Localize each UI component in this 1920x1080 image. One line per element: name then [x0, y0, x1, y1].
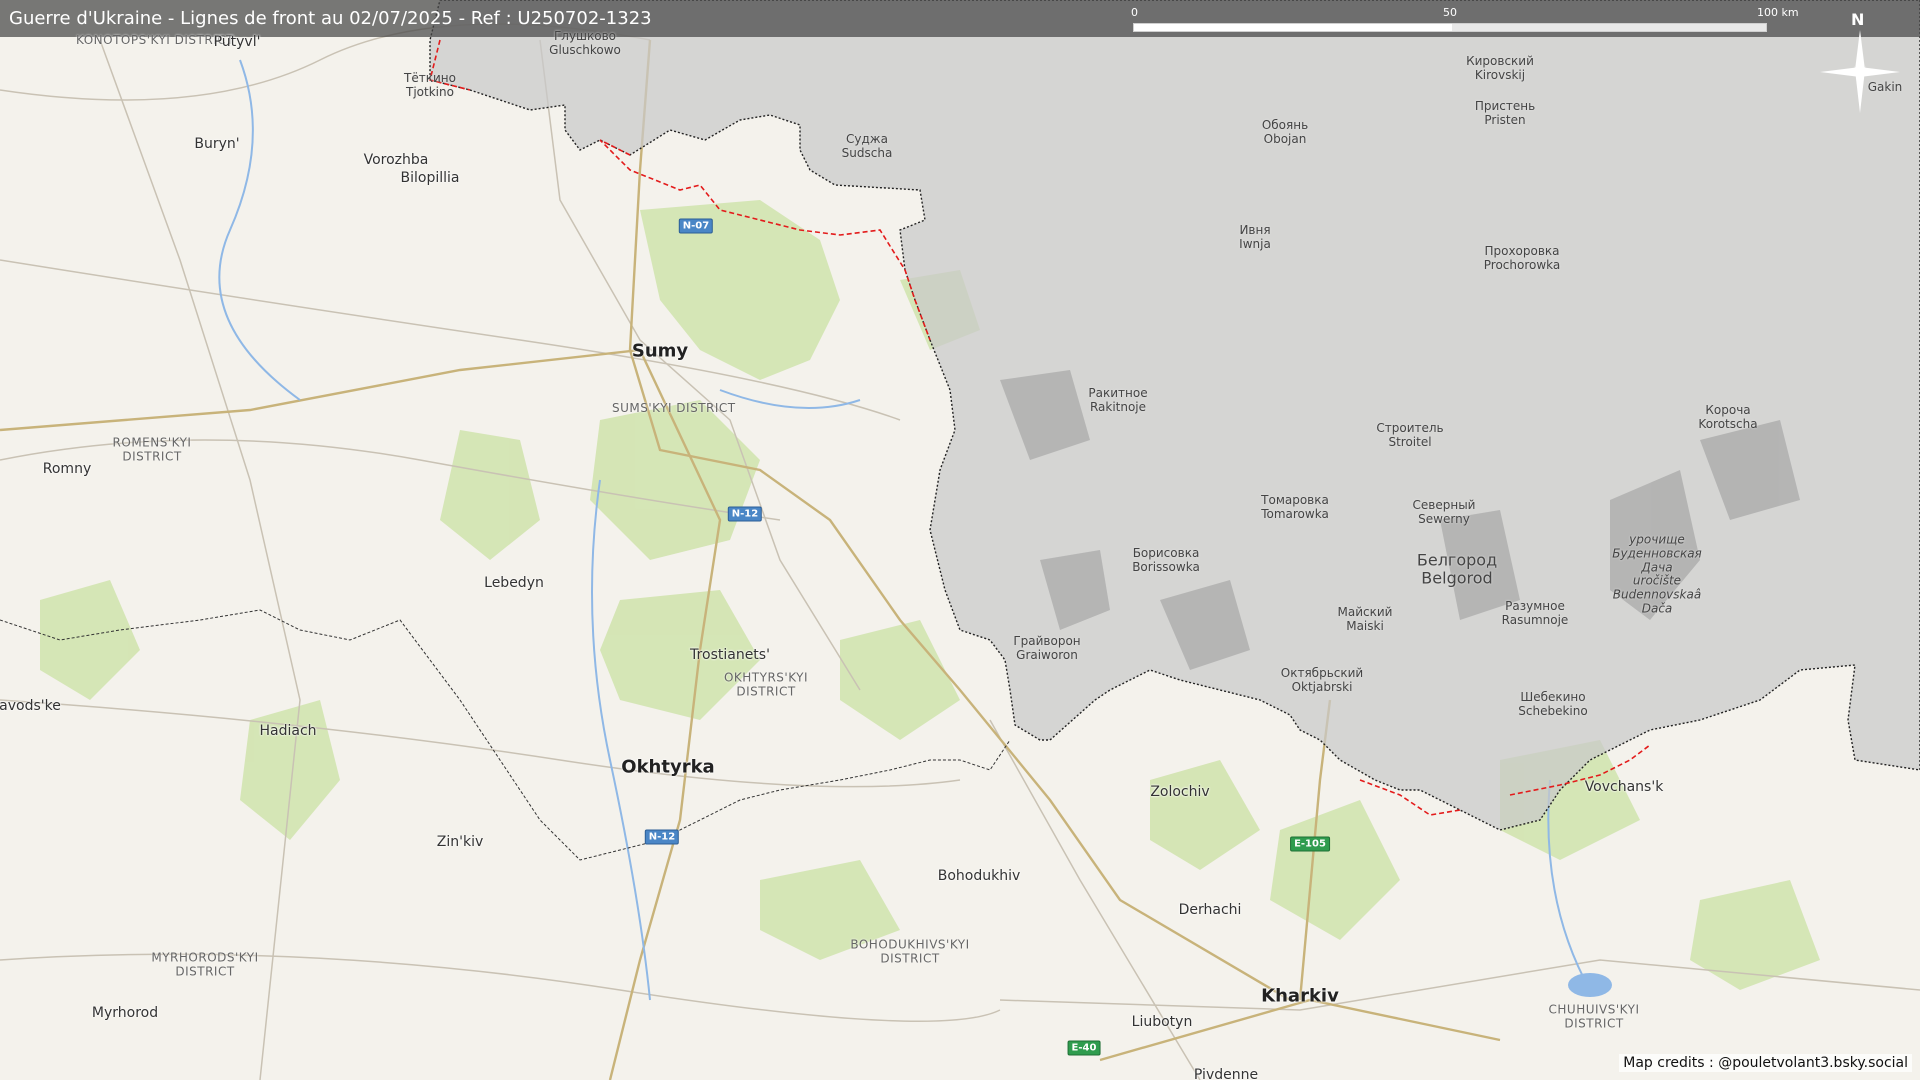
label-glushkovo: Глушково Gluschkowo	[549, 29, 621, 57]
scale-tick-100: 100 km	[1757, 6, 1799, 19]
label-prokhorovka: Прохоровка Prochorowka	[1483, 244, 1561, 272]
label-hadiach: Hadiach	[259, 722, 317, 739]
label-maiski: Майский Maiski	[1337, 605, 1393, 633]
scale-tick-0: 0	[1131, 6, 1138, 19]
label-konotop-district: KONOTOPS'KYI DISTRICT	[76, 32, 234, 47]
map-title: Guerre d'Ukraine - Lignes de front au 02…	[9, 8, 652, 29]
road-shield-n07: N-07	[678, 218, 714, 234]
label-korocha: Короча Korotscha	[1698, 403, 1758, 431]
north-label: N	[1851, 10, 1865, 29]
label-bilopillia: Bilopillia	[400, 169, 460, 186]
label-kharkiv: Kharkiv	[1261, 985, 1339, 1007]
label-belgorod: Белгород Belgorod	[1416, 550, 1498, 588]
label-lebedyn: Lebedyn	[484, 574, 544, 591]
road-shield-e105: E-105	[1290, 836, 1330, 852]
label-ivnya: Ивня Iwnja	[1239, 223, 1271, 251]
reservoir	[1568, 973, 1612, 997]
label-trostianets: Trostianets'	[690, 646, 770, 663]
map-credits: Map credits : @pouletvolant3.bsky.social	[1619, 1054, 1912, 1072]
road-shield-n12-north: N-12	[727, 506, 763, 522]
label-tomarovka: Томаровка Tomarowka	[1261, 493, 1329, 521]
map-canvas[interactable]: Guerre d'Ukraine - Lignes de front au 02…	[0, 0, 1920, 1080]
label-pristen: Пристень Pristen	[1474, 99, 1536, 127]
label-bohodukhiv: Bohodukhiv	[937, 867, 1021, 884]
label-shebekino: Шебекино Schebekino	[1518, 690, 1588, 718]
label-sumy: Sumy	[631, 340, 689, 362]
label-oboyan: Обоянь Obojan	[1261, 118, 1309, 146]
label-sumy-district: SUMS'KYI DISTRICT	[612, 400, 736, 415]
label-liubotyn: Liubotyn	[1131, 1013, 1193, 1030]
label-tiotkino: Тёткино Tjotkino	[404, 71, 456, 99]
label-graivoron: Грайворон Graiworon	[1013, 634, 1081, 662]
label-pivdenne: Pivdenne	[1193, 1066, 1259, 1080]
scale-tick-50: 50	[1443, 6, 1457, 19]
label-romny: Romny	[42, 460, 92, 477]
label-chuhuiv-district: CHUHUIVS'KYI DISTRICT	[1548, 1002, 1640, 1031]
road-shield-n12-south: N-12	[644, 829, 680, 845]
label-zolochiv: Zolochiv	[1150, 783, 1210, 800]
label-okhtyrka-district: OKHTYRS'KYI DISTRICT	[723, 670, 809, 699]
label-budennovskaya: урочище Буденновская Дача uročište Buden…	[1612, 532, 1702, 616]
label-okhtyrka: Okhtyrka	[621, 756, 715, 778]
label-borisovka: Борисовка Borissowka	[1132, 546, 1200, 574]
label-gakin: Gakin	[1867, 80, 1903, 95]
label-bohodukhiv-district: BOHODUKHIVS'KYI DISTRICT	[850, 937, 970, 966]
label-buryn: Buryn'	[194, 135, 240, 152]
label-vovchansk: Vovchans'k	[1584, 778, 1664, 795]
label-derhachi: Derhachi	[1178, 901, 1242, 918]
label-severny: Северный Sewerny	[1412, 498, 1476, 526]
scale-bar	[1133, 23, 1767, 32]
label-romny-district: ROMENS'KYI DISTRICT	[112, 435, 192, 464]
label-vorozhba: Vorozhba	[363, 151, 429, 168]
label-myrhorod: Myrhorod	[91, 1004, 159, 1021]
label-putyvl: Putyvl'	[213, 33, 261, 50]
label-razumnoe: Разумное Rasumnoje	[1501, 599, 1569, 627]
label-rakitnoe: Ракитное Rakitnoje	[1088, 386, 1148, 414]
label-zinkiv: Zin'kiv	[436, 833, 484, 850]
label-kirovskij: Кировский Kirovskij	[1466, 54, 1534, 82]
road-shield-e40: E-40	[1067, 1040, 1101, 1056]
label-sudzha: Суджа Sudscha	[841, 132, 893, 160]
label-oktyabrski: Октябрьский Oktjabrski	[1280, 666, 1364, 694]
label-myrhorod-district: MYRHORODS'KYI DISTRICT	[151, 950, 259, 979]
label-stroitel: Строитель Stroitel	[1376, 421, 1444, 449]
label-zavodske: avods'ke	[0, 697, 61, 714]
